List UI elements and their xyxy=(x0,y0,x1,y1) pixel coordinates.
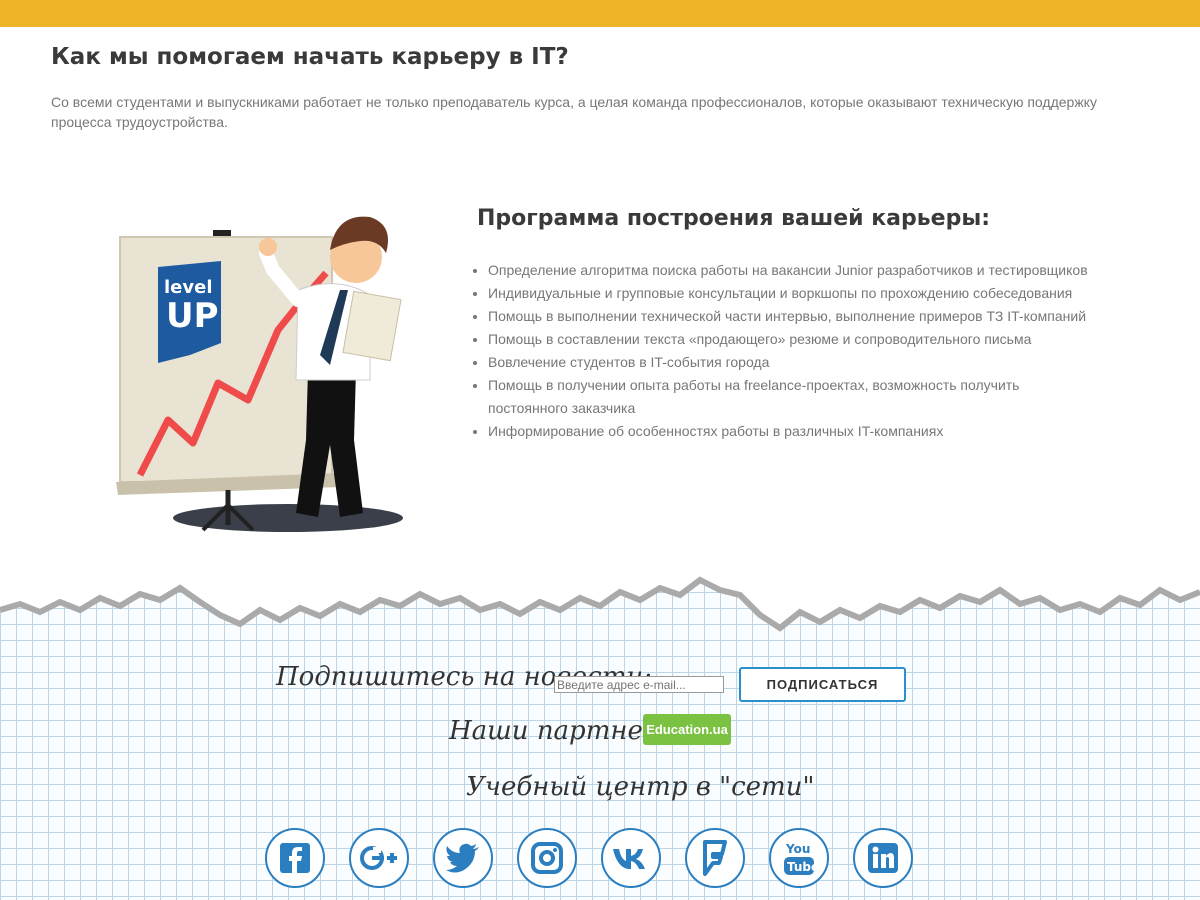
svg-text:Tube: Tube xyxy=(787,860,816,874)
list-item: Определение алгоритма поиска работы на в… xyxy=(488,259,1088,282)
svg-text:You: You xyxy=(785,842,810,856)
social-links: You Tube xyxy=(265,828,925,892)
instagram-icon[interactable] xyxy=(517,828,577,888)
intro-text: Со всеми студентами и выпускниками работ… xyxy=(51,94,1097,130)
list-item: Помощь в выполнении технической части ин… xyxy=(488,305,1088,328)
education-ua-logo[interactable]: Education.ua xyxy=(643,714,731,745)
page-title: Как мы помогаем начать карьеру в IT? xyxy=(51,44,569,70)
program-title: Программа построения вашей карьеры: xyxy=(477,206,991,231)
level-up-badge-line2: UP xyxy=(166,296,219,336)
linkedin-icon[interactable] xyxy=(853,828,913,888)
twitter-icon[interactable] xyxy=(433,828,493,888)
program-list: Определение алгоритма поиска работы на в… xyxy=(470,259,1088,443)
foursquare-icon[interactable] xyxy=(685,828,745,888)
top-accent-bar xyxy=(0,0,1200,27)
list-item: Информирование об особенностях работы в … xyxy=(488,420,1088,443)
list-item: Помощь в составлении текста «продающего»… xyxy=(488,328,1088,351)
torn-paper-edge xyxy=(0,560,1200,632)
youtube-icon[interactable]: You Tube xyxy=(769,828,829,888)
vk-icon[interactable] xyxy=(601,828,661,888)
email-field[interactable] xyxy=(554,676,724,693)
google-plus-icon[interactable] xyxy=(349,828,409,888)
facebook-icon[interactable] xyxy=(265,828,325,888)
level-up-badge-line1: level xyxy=(164,277,213,298)
list-item: Индивидуальные и групповые консультации … xyxy=(488,282,1088,305)
list-item: Вовлечение студентов в IT-события города xyxy=(488,351,1088,374)
subscribe-button[interactable]: ПОДПИСАТЬСЯ xyxy=(739,667,906,702)
career-illustration: level UP xyxy=(116,216,403,532)
list-item: Помощь в получении опыта работы на freel… xyxy=(488,374,1088,420)
network-label: Учебный центр в "сети" xyxy=(466,772,815,802)
